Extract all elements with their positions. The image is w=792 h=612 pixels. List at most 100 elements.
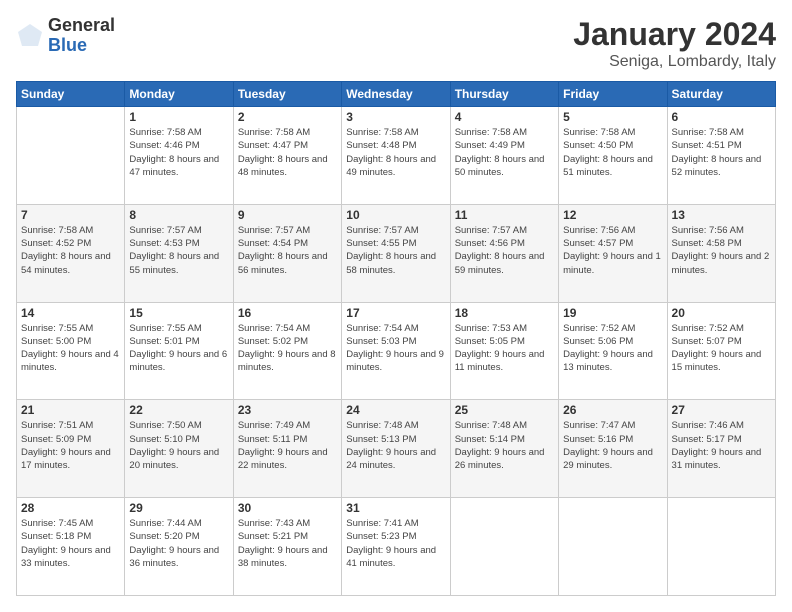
- day-info: Sunrise: 7:58 AMSunset: 4:46 PMDaylight:…: [129, 126, 228, 179]
- day-number: 20: [672, 306, 771, 320]
- day-info: Sunrise: 7:43 AMSunset: 5:21 PMDaylight:…: [238, 517, 337, 570]
- month-title: January 2024: [573, 16, 776, 53]
- calendar-cell: 22 Sunrise: 7:50 AMSunset: 5:10 PMDayligh…: [125, 400, 233, 498]
- calendar-cell: 16 Sunrise: 7:54 AMSunset: 5:02 PMDayligh…: [233, 302, 341, 400]
- day-number: 11: [455, 208, 554, 222]
- day-info: Sunrise: 7:57 AMSunset: 4:53 PMDaylight:…: [129, 224, 228, 277]
- day-info: Sunrise: 7:57 AMSunset: 4:56 PMDaylight:…: [455, 224, 554, 277]
- day-info: Sunrise: 7:50 AMSunset: 5:10 PMDaylight:…: [129, 419, 228, 472]
- day-info: Sunrise: 7:54 AMSunset: 5:02 PMDaylight:…: [238, 322, 337, 375]
- day-number: 23: [238, 403, 337, 417]
- day-number: 2: [238, 110, 337, 124]
- day-number: 16: [238, 306, 337, 320]
- day-number: 8: [129, 208, 228, 222]
- calendar-cell: 10Sunrise: 7:57 AMSunset: 4:55 PMDayligh…: [342, 204, 450, 302]
- day-info: Sunrise: 7:48 AMSunset: 5:13 PMDaylight:…: [346, 419, 445, 472]
- day-number: 15: [129, 306, 228, 320]
- day-number: 7: [21, 208, 120, 222]
- day-info: Sunrise: 7:58 AMSunset: 4:47 PMDaylight:…: [238, 126, 337, 179]
- day-info: Sunrise: 7:58 AMSunset: 4:48 PMDaylight:…: [346, 126, 445, 179]
- day-info: Sunrise: 7:56 AMSunset: 4:57 PMDaylight:…: [563, 224, 662, 277]
- calendar-cell: 7 Sunrise: 7:58 AMSunset: 4:52 PMDaylight…: [17, 204, 125, 302]
- calendar-cell: 14 Sunrise: 7:55 AMSunset: 5:00 PMDayligh…: [17, 302, 125, 400]
- calendar-cell: 20 Sunrise: 7:52 AMSunset: 5:07 PMDayligh…: [667, 302, 775, 400]
- calendar-cell: 12Sunrise: 7:56 AMSunset: 4:57 PMDayligh…: [559, 204, 667, 302]
- calendar-cell: 11 Sunrise: 7:57 AMSunset: 4:56 PMDayligh…: [450, 204, 558, 302]
- calendar-week-row: 7 Sunrise: 7:58 AMSunset: 4:52 PMDaylight…: [17, 204, 776, 302]
- day-number: 22: [129, 403, 228, 417]
- day-number: 24: [346, 403, 445, 417]
- day-info: Sunrise: 7:49 AMSunset: 5:11 PMDaylight:…: [238, 419, 337, 472]
- day-number: 21: [21, 403, 120, 417]
- calendar-week-row: 14 Sunrise: 7:55 AMSunset: 5:00 PMDayligh…: [17, 302, 776, 400]
- weekday-header: Tuesday: [233, 82, 341, 107]
- logo-text: General Blue: [48, 16, 115, 56]
- logo: General Blue: [16, 16, 115, 56]
- day-number: 29: [129, 501, 228, 515]
- day-number: 5: [563, 110, 662, 124]
- header: General Blue January 2024 Seniga, Lombar…: [16, 16, 776, 71]
- calendar-cell: [17, 107, 125, 205]
- calendar-cell: 15 Sunrise: 7:55 AMSunset: 5:01 PMDayligh…: [125, 302, 233, 400]
- day-info: Sunrise: 7:44 AMSunset: 5:20 PMDaylight:…: [129, 517, 228, 570]
- calendar-cell: [667, 498, 775, 596]
- day-info: Sunrise: 7:58 AMSunset: 4:52 PMDaylight:…: [21, 224, 120, 277]
- day-info: Sunrise: 7:55 AMSunset: 5:00 PMDaylight:…: [21, 322, 120, 375]
- calendar-cell: 30 Sunrise: 7:43 AMSunset: 5:21 PMDayligh…: [233, 498, 341, 596]
- day-info: Sunrise: 7:58 AMSunset: 4:50 PMDaylight:…: [563, 126, 662, 179]
- day-number: 26: [563, 403, 662, 417]
- day-info: Sunrise: 7:56 AMSunset: 4:58 PMDaylight:…: [672, 224, 771, 277]
- day-number: 28: [21, 501, 120, 515]
- weekday-header-row: SundayMondayTuesdayWednesdayThursdayFrid…: [17, 82, 776, 107]
- calendar-cell: 23 Sunrise: 7:49 AMSunset: 5:11 PMDayligh…: [233, 400, 341, 498]
- day-number: 30: [238, 501, 337, 515]
- day-info: Sunrise: 7:58 AMSunset: 4:49 PMDaylight:…: [455, 126, 554, 179]
- day-info: Sunrise: 7:46 AMSunset: 5:17 PMDaylight:…: [672, 419, 771, 472]
- day-number: 31: [346, 501, 445, 515]
- weekday-header: Sunday: [17, 82, 125, 107]
- calendar-cell: 21 Sunrise: 7:51 AMSunset: 5:09 PMDayligh…: [17, 400, 125, 498]
- day-number: 9: [238, 208, 337, 222]
- page: General Blue January 2024 Seniga, Lombar…: [0, 0, 792, 612]
- day-number: 6: [672, 110, 771, 124]
- weekday-header: Monday: [125, 82, 233, 107]
- day-info: Sunrise: 7:45 AMSunset: 5:18 PMDaylight:…: [21, 517, 120, 570]
- calendar-cell: 18Sunrise: 7:53 AMSunset: 5:05 PMDayligh…: [450, 302, 558, 400]
- day-number: 13: [672, 208, 771, 222]
- calendar-cell: 3 Sunrise: 7:58 AMSunset: 4:48 PMDaylight…: [342, 107, 450, 205]
- day-number: 17: [346, 306, 445, 320]
- weekday-header: Friday: [559, 82, 667, 107]
- day-number: 18: [455, 306, 554, 320]
- day-number: 3: [346, 110, 445, 124]
- calendar-week-row: 28 Sunrise: 7:45 AMSunset: 5:18 PMDayligh…: [17, 498, 776, 596]
- calendar-cell: 5 Sunrise: 7:58 AMSunset: 4:50 PMDaylight…: [559, 107, 667, 205]
- weekday-header: Thursday: [450, 82, 558, 107]
- weekday-header: Saturday: [667, 82, 775, 107]
- calendar-cell: 1 Sunrise: 7:58 AMSunset: 4:46 PMDaylight…: [125, 107, 233, 205]
- calendar: SundayMondayTuesdayWednesdayThursdayFrid…: [16, 81, 776, 596]
- day-info: Sunrise: 7:47 AMSunset: 5:16 PMDaylight:…: [563, 419, 662, 472]
- day-info: Sunrise: 7:48 AMSunset: 5:14 PMDaylight:…: [455, 419, 554, 472]
- day-info: Sunrise: 7:52 AMSunset: 5:06 PMDaylight:…: [563, 322, 662, 375]
- day-info: Sunrise: 7:52 AMSunset: 5:07 PMDaylight:…: [672, 322, 771, 375]
- day-number: 27: [672, 403, 771, 417]
- calendar-cell: 8 Sunrise: 7:57 AMSunset: 4:53 PMDaylight…: [125, 204, 233, 302]
- day-number: 4: [455, 110, 554, 124]
- day-number: 14: [21, 306, 120, 320]
- day-info: Sunrise: 7:51 AMSunset: 5:09 PMDaylight:…: [21, 419, 120, 472]
- calendar-cell: 28 Sunrise: 7:45 AMSunset: 5:18 PMDayligh…: [17, 498, 125, 596]
- location-title: Seniga, Lombardy, Italy: [573, 53, 776, 71]
- title-area: January 2024 Seniga, Lombardy, Italy: [573, 16, 776, 71]
- calendar-cell: 27 Sunrise: 7:46 AMSunset: 5:17 PMDayligh…: [667, 400, 775, 498]
- day-info: Sunrise: 7:57 AMSunset: 4:54 PMDaylight:…: [238, 224, 337, 277]
- logo-icon: [16, 22, 44, 50]
- logo-general: General: [48, 16, 115, 36]
- calendar-cell: [559, 498, 667, 596]
- day-info: Sunrise: 7:55 AMSunset: 5:01 PMDaylight:…: [129, 322, 228, 375]
- calendar-cell: 13 Sunrise: 7:56 AMSunset: 4:58 PMDayligh…: [667, 204, 775, 302]
- weekday-header: Wednesday: [342, 82, 450, 107]
- day-number: 1: [129, 110, 228, 124]
- calendar-cell: [450, 498, 558, 596]
- day-info: Sunrise: 7:57 AMSunset: 4:55 PMDaylight:…: [346, 224, 445, 277]
- calendar-cell: 2 Sunrise: 7:58 AMSunset: 4:47 PMDaylight…: [233, 107, 341, 205]
